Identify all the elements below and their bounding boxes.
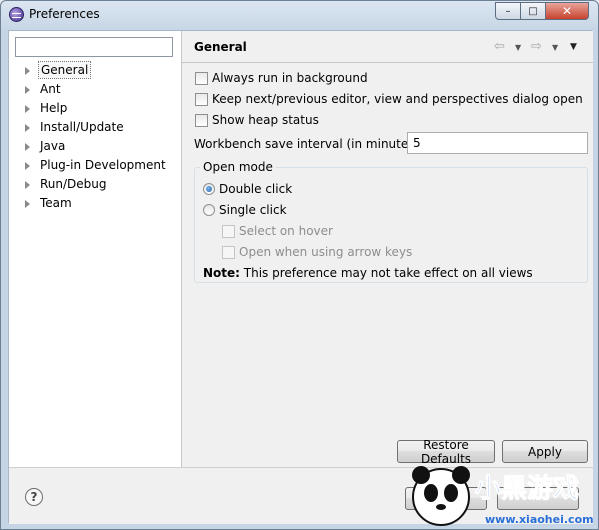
maximize-icon: □ [528,5,538,17]
page-header: General ⇦ ▼ ⇨ ▼ ▼ [182,31,593,63]
double-click-radio[interactable] [203,183,215,195]
preference-page: General ⇦ ▼ ⇨ ▼ ▼ Always run in backgrou… [182,31,593,467]
watermark-brand: 小黑游戏 [475,474,579,504]
maximize-button[interactable]: □ [520,2,546,20]
tree-item-team[interactable]: Team [9,194,181,213]
expand-arrow-icon[interactable] [25,200,30,208]
forward-arrow-icon[interactable]: ⇨ [531,39,542,54]
preference-tree-pane: General Ant Help Install/Update Java Plu… [9,31,182,467]
forward-history-dropdown-icon[interactable]: ▼ [552,43,558,52]
close-icon: ✕ [561,4,573,18]
tree-item-plugin-development[interactable]: Plug-in Development [9,156,181,175]
tree-item-java[interactable]: Java [9,137,181,156]
note-text: This preference may not take effect on a… [239,266,533,280]
preference-note: Note: This preference may not take effec… [203,266,533,280]
view-menu-icon[interactable]: ▼ [570,42,577,52]
select-on-hover-label: Select on hover [239,224,333,238]
preferences-window: Preferences – □ ✕ General Ant Help Insta… [0,0,599,530]
select-on-hover-option: Select on hover [222,222,333,240]
close-button[interactable]: ✕ [545,2,589,20]
panda-nose-icon [436,504,446,510]
tree-item-label: Help [40,101,68,115]
show-heap-status-checkbox[interactable] [195,113,208,127]
title-bar: Preferences – □ ✕ [1,1,598,29]
minimize-icon: – [505,5,511,17]
always-run-in-background-label: Always run in background [212,71,368,85]
always-run-in-background-option[interactable]: Always run in background [195,69,368,87]
watermark-logo: 小黑游戏 www.xiaohei.com [412,466,594,526]
preference-tree: General Ant Help Install/Update Java Plu… [9,61,181,213]
save-interval-label: Workbench save interval (in minutes): [194,137,424,151]
expand-arrow-icon[interactable] [25,143,30,151]
eclipse-app-icon [9,7,24,22]
tree-item-general[interactable]: General [9,61,181,80]
keep-next-previous-checkbox[interactable] [195,92,208,106]
expand-arrow-icon[interactable] [25,162,30,170]
tree-item-install-update[interactable]: Install/Update [9,118,181,137]
expand-arrow-icon[interactable] [25,105,30,113]
tree-item-help[interactable]: Help [9,99,181,118]
expand-arrow-icon[interactable] [25,124,30,132]
watermark-site: www.xiaohei.com [485,513,594,526]
panda-eye-icon [444,484,458,502]
open-with-arrow-keys-checkbox [222,245,235,259]
tree-item-ant[interactable]: Ant [9,80,181,99]
always-run-in-background-checkbox[interactable] [195,71,208,85]
tree-item-label: Plug-in Development [40,158,166,172]
tree-item-label: Team [40,196,72,210]
minimize-button[interactable]: – [495,2,521,20]
tree-item-label: Run/Debug [40,177,107,191]
double-click-option[interactable]: Double click [203,180,292,198]
panda-ear-icon [452,466,470,484]
expand-arrow-icon[interactable] [25,86,30,94]
tree-item-label: Install/Update [40,120,124,134]
show-heap-status-label: Show heap status [212,113,319,127]
show-heap-status-option[interactable]: Show heap status [195,111,319,129]
single-click-option[interactable]: Single click [203,201,287,219]
tree-item-label: Ant [40,82,61,96]
keep-next-previous-option[interactable]: Keep next/previous editor, view and pers… [195,90,583,108]
help-icon[interactable]: ? [25,488,43,506]
tree-item-label: General [38,61,92,79]
open-mode-title: Open mode [200,160,276,174]
open-mode-group: Open mode Double click Single click Sele… [194,160,588,283]
select-on-hover-checkbox [222,224,235,238]
panda-eye-icon [424,484,438,502]
expand-arrow-icon[interactable] [25,67,30,75]
panda-ear-icon [412,466,430,484]
back-arrow-icon[interactable]: ⇦ [494,39,505,54]
note-label: Note: [203,266,240,280]
back-history-dropdown-icon[interactable]: ▼ [515,43,521,52]
window-title: Preferences [29,7,100,21]
page-title: General [194,40,247,54]
single-click-label: Single click [219,203,287,217]
keep-next-previous-label: Keep next/previous editor, view and pers… [212,92,583,106]
double-click-label: Double click [219,182,293,196]
open-with-arrow-keys-option: Open when using arrow keys [222,243,412,261]
filter-input[interactable] [15,37,173,57]
single-click-radio[interactable] [203,204,215,216]
expand-arrow-icon[interactable] [25,181,30,189]
tree-item-label: Java [40,139,66,153]
tree-item-run-debug[interactable]: Run/Debug [9,175,181,194]
open-with-arrow-keys-label: Open when using arrow keys [239,245,413,259]
save-interval-input[interactable] [407,132,588,154]
